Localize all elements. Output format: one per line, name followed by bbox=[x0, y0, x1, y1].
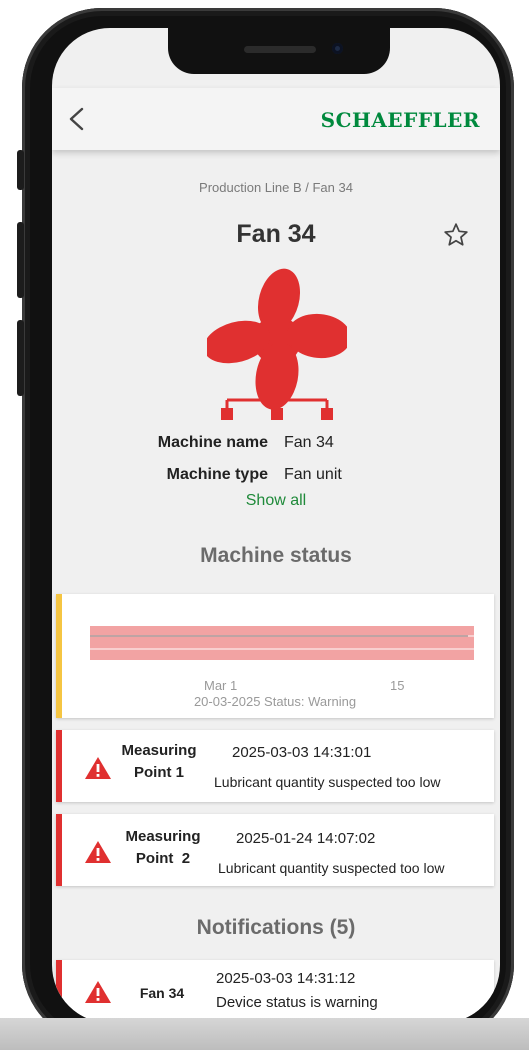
phone-screen: SCHAEFFLER Production Line B / Fan 34 Fa… bbox=[52, 28, 500, 1023]
measuring-point-card[interactable]: Measuring Point 2 2025-01-24 14:07:02 Lu… bbox=[56, 814, 494, 886]
warning-triangle-icon bbox=[85, 757, 111, 779]
notification-device-name: Fan 34 bbox=[139, 985, 185, 1001]
back-arrow-icon[interactable] bbox=[64, 104, 90, 134]
measuring-point-name: Measuring Point 1 bbox=[114, 740, 204, 784]
tick-label-15: 15 bbox=[390, 678, 405, 693]
alert-stripe bbox=[56, 730, 62, 802]
breadcrumb: Production Line B / Fan 34 bbox=[199, 180, 353, 195]
front-camera bbox=[332, 43, 343, 54]
measuring-point-name-line1: Measuring bbox=[125, 828, 201, 845]
machine-name-value: Fan 34 bbox=[284, 434, 334, 451]
notifications-title: Notifications (5) bbox=[196, 916, 356, 939]
star-outline-icon[interactable] bbox=[443, 222, 469, 248]
notification-card[interactable]: Fan 34 2025-03-03 14:31:12 Device status… bbox=[56, 960, 494, 1023]
machine-status-title: Machine status bbox=[200, 544, 352, 567]
measuring-point-message: Lubricant quantity suspected too low bbox=[214, 774, 441, 790]
app-header: SCHAEFFLER bbox=[52, 88, 500, 150]
status-timeline-chart bbox=[90, 626, 474, 660]
measuring-point-timestamp: 2025-01-24 14:07:02 bbox=[236, 830, 376, 847]
brand-logo: SCHAEFFLER bbox=[320, 108, 480, 132]
warning-triangle-icon bbox=[85, 841, 111, 863]
measuring-point-card[interactable]: Measuring Point 1 2025-03-03 14:31:01 Lu… bbox=[56, 730, 494, 802]
measuring-point-name-line2: Point 1 bbox=[133, 764, 184, 781]
volume-up-button bbox=[17, 222, 24, 298]
surface-shadow bbox=[0, 1018, 529, 1050]
page-title: Fan 34 bbox=[236, 220, 316, 248]
fan-machine-icon bbox=[207, 268, 347, 420]
notification-message: Device status is warning bbox=[216, 994, 378, 1011]
tick-label-mar1: Mar 1 bbox=[204, 678, 238, 693]
measuring-point-timestamp: 2025-03-03 14:31:01 bbox=[232, 744, 372, 761]
notch bbox=[168, 28, 390, 74]
alert-stripe bbox=[56, 960, 62, 1023]
warning-band bbox=[90, 626, 474, 660]
volume-down-button bbox=[17, 320, 24, 396]
mute-switch bbox=[17, 150, 24, 190]
machine-type-value: Fan unit bbox=[284, 466, 342, 483]
show-all-link[interactable]: Show all bbox=[52, 492, 500, 510]
measuring-point-name-line1: Measuring bbox=[121, 742, 197, 759]
alert-stripe bbox=[56, 814, 62, 886]
measuring-point-name: Measuring Point 2 bbox=[118, 826, 208, 870]
status-card[interactable]: Mar 1 15 20-03-2025 Status: Warning bbox=[56, 594, 494, 718]
notification-timestamp: 2025-03-03 14:31:12 bbox=[216, 970, 356, 987]
machine-name-label: Machine name bbox=[157, 434, 268, 451]
status-caption: 20-03-2025 Status: Warning bbox=[193, 694, 357, 709]
measuring-point-message: Lubricant quantity suspected too low bbox=[218, 860, 445, 876]
warning-triangle-icon bbox=[85, 981, 111, 1003]
speaker-grille bbox=[244, 46, 316, 53]
machine-type-label: Machine type bbox=[166, 466, 268, 483]
measuring-point-name-line2: Point 2 bbox=[135, 850, 191, 867]
